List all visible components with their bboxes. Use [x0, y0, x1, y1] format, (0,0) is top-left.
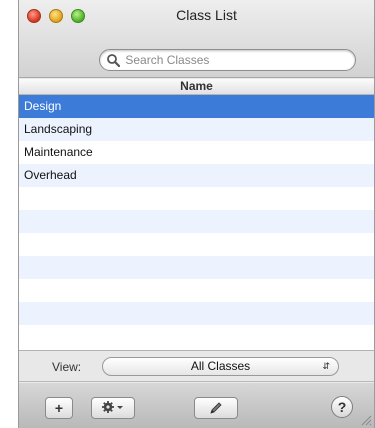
search-icon [107, 54, 120, 67]
add-class-button[interactable]: + [45, 397, 73, 419]
action-menu-button[interactable] [91, 397, 135, 419]
table-row[interactable] [19, 187, 374, 210]
table-row[interactable] [19, 302, 374, 325]
edit-class-button[interactable] [194, 397, 238, 419]
table-row[interactable] [19, 256, 374, 279]
table-row[interactable] [19, 233, 374, 256]
view-select[interactable]: All Classes ⇵ [102, 357, 339, 376]
pencil-icon [210, 402, 222, 414]
search-input[interactable] [125, 51, 326, 69]
view-label: View: [52, 360, 82, 374]
table-row[interactable]: Overhead [19, 164, 374, 187]
resize-grip-icon[interactable] [360, 414, 372, 426]
class-table: Name Design Landscaping Maintenance Over… [19, 79, 374, 351]
table-row[interactable] [19, 325, 374, 348]
table-row[interactable] [19, 210, 374, 233]
table-row[interactable]: Landscaping [19, 118, 374, 141]
table-row[interactable] [19, 279, 374, 302]
view-select-value: All Classes [190, 359, 251, 373]
view-bar: View: All Classes ⇵ [19, 352, 374, 382]
chevron-down-icon [117, 406, 123, 409]
select-arrows-icon: ⇵ [322, 361, 330, 371]
help-button[interactable]: ? [331, 396, 353, 418]
class-rows: Design Landscaping Maintenance Overhead [19, 95, 374, 348]
gear-icon [102, 401, 123, 413]
search-field[interactable] [99, 49, 356, 71]
table-row[interactable]: Maintenance [19, 141, 374, 164]
table-row[interactable]: Design [19, 95, 374, 118]
title-bar: Class List [19, 0, 374, 78]
class-list-window: Class List Name Design Landscaping Maint… [18, 0, 375, 428]
window-title: Class List [176, 7, 237, 23]
bottom-toolbar: + ? [19, 383, 374, 428]
column-header-name[interactable]: Name [19, 79, 374, 95]
